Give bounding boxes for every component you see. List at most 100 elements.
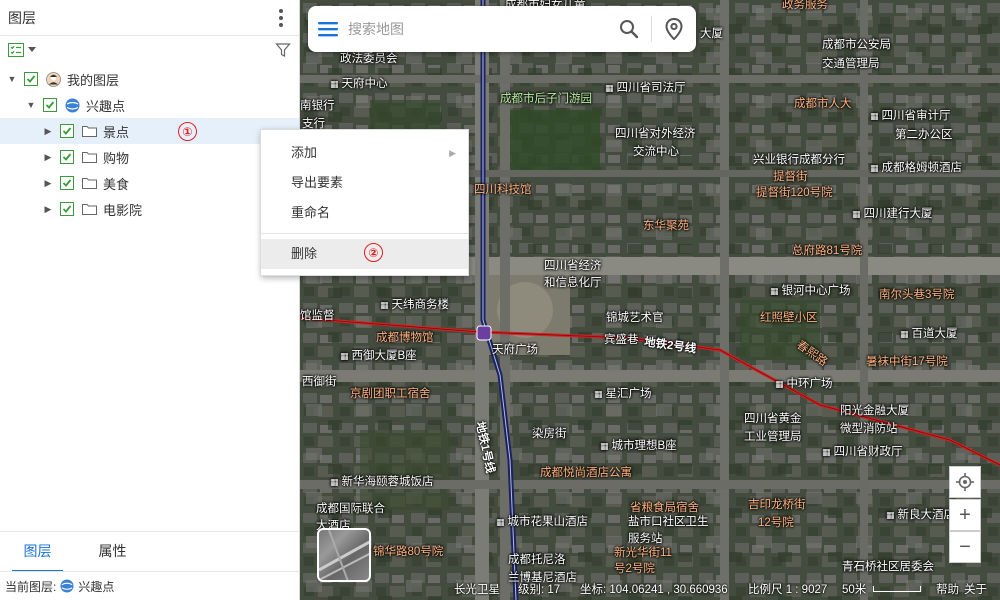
layer-checkbox[interactable]: [60, 202, 74, 216]
folder-icon: [81, 124, 97, 138]
panel-title: 图层: [8, 9, 36, 26]
map-label: 中环广场: [775, 375, 833, 391]
tree-node-scenic[interactable]: ▶ 景点 ①: [0, 118, 299, 144]
map-label: 和信息化厅: [544, 277, 602, 289]
layer-checkbox[interactable]: [60, 176, 74, 190]
map-label: 成都博物馆: [376, 332, 434, 344]
menu-item-rename[interactable]: 重命名: [261, 198, 468, 228]
map-label: 西御街: [302, 376, 337, 388]
map-label: 银河中心广场: [770, 282, 851, 298]
tree-node-label: 购物: [103, 150, 130, 166]
map-label: 四川省审计厅: [870, 107, 951, 123]
menu-icon[interactable]: [308, 6, 348, 52]
tree-node-cinema[interactable]: ▶ 电影院: [0, 196, 299, 222]
tree-node-poi-group[interactable]: ▼ 兴趣点: [0, 92, 299, 118]
map-label: 西御大厦B座: [340, 347, 417, 363]
basemap-switcher[interactable]: [317, 528, 371, 582]
globe-icon: [64, 98, 80, 112]
layer-checkbox[interactable]: [60, 150, 74, 164]
more-options-icon[interactable]: [271, 6, 291, 30]
map-label: 政法委员会: [340, 53, 398, 65]
map-label: 百道大厦: [900, 325, 958, 341]
map-label: 政务服务: [782, 0, 828, 11]
map-label: 交流中心: [633, 146, 679, 158]
menu-item-label: 导出要素: [291, 175, 344, 190]
layer-checkbox[interactable]: [60, 124, 74, 138]
collapse-arrow-icon[interactable]: ▼: [25, 99, 37, 111]
about-link[interactable]: 关于: [964, 581, 987, 597]
map-label: 京剧团职工宿舍: [350, 388, 431, 400]
expand-arrow-icon[interactable]: ▶: [42, 125, 54, 137]
layer-tree: ▼ 我的图层 ▼ 兴趣点 ▶ 景点 ① ▶ 购物 ▶ 美食 ▶ 电影院: [0, 64, 299, 222]
map-label: 四川省对外经济: [615, 128, 696, 140]
map-label: 南银行: [300, 100, 335, 112]
menu-item-add[interactable]: 添加 ▶: [261, 138, 468, 168]
map-label: 微型消防站: [840, 423, 898, 435]
zoom-out-button[interactable]: −: [949, 531, 981, 563]
map-label: 天纬商务楼: [380, 296, 450, 312]
map-footer: 长光卫星 级别: 17 坐标: 104.06241 , 30.660936 比例…: [300, 578, 1000, 600]
tree-node-label: 美食: [103, 176, 130, 192]
map-label: 成都市公安局: [822, 39, 891, 51]
tab-layers[interactable]: 图层: [0, 532, 75, 572]
map-label: 盐市口社区卫生: [628, 516, 709, 528]
panel-header: 图层: [0, 0, 299, 36]
zoom-in-button[interactable]: +: [949, 499, 981, 531]
satellite-credit: 长光卫星: [454, 584, 500, 596]
menu-item-label: 添加: [291, 145, 318, 160]
search-input[interactable]: [348, 21, 607, 37]
filter-icon[interactable]: [275, 42, 291, 58]
map-label: 馆监督: [300, 310, 335, 322]
tree-node-root[interactable]: ▼ 我的图层: [0, 66, 299, 92]
cursor-coordinates: 坐标: 104.06241 , 30.660936: [580, 584, 728, 596]
locate-me-button[interactable]: [949, 466, 981, 498]
tree-node-food[interactable]: ▶ 美食: [0, 170, 299, 196]
help-link[interactable]: 帮助: [936, 581, 959, 597]
map-search-bar: [308, 6, 696, 52]
collapse-arrow-icon[interactable]: ▼: [6, 73, 18, 85]
map-label: 工业管理局: [744, 431, 802, 443]
map-label: 星汇广场: [594, 385, 652, 401]
map-label: 红照壁小区: [760, 312, 818, 324]
menu-item-export[interactable]: 导出要素: [261, 168, 468, 198]
map-scale: 比例尺 1 : 9027: [748, 584, 828, 596]
layer-context-menu: 添加 ▶ 导出要素 重命名 删除 ②: [260, 129, 469, 276]
expand-arrow-icon[interactable]: ▶: [42, 177, 54, 189]
panel-tabs: 图层 属性: [0, 531, 299, 572]
map-label: 四川建行大厦: [852, 205, 933, 221]
map-label: 成都托尼洛: [508, 554, 566, 566]
submenu-arrow-icon: ▶: [449, 148, 456, 158]
map-label: 成都市人大: [794, 98, 852, 110]
map-label: 新光华街11: [614, 547, 672, 559]
folder-icon: [81, 176, 97, 190]
location-pin-icon[interactable]: [652, 6, 696, 52]
map-label: 成都国际联合: [316, 503, 385, 515]
map-label: 城市理想B座: [600, 437, 677, 453]
map-view[interactable]: 成都市妇女儿童 政务服务 成都市公安局 交通管理局 大厦 政法委员会 天府中心 …: [300, 0, 1000, 600]
map-label: 染房街: [532, 428, 567, 440]
map-label: 锦华路80号院: [373, 546, 444, 558]
map-label: 宾盛巷: [604, 334, 639, 346]
folder-icon: [81, 150, 97, 164]
map-label: 四川省司法厅: [605, 79, 686, 95]
current-layer-status: 当前图层: 兴趣点: [0, 571, 299, 600]
status-layer-name: 兴趣点: [78, 579, 115, 594]
menu-item-delete[interactable]: 删除 ②: [261, 239, 468, 269]
map-label: 第二办公区: [895, 129, 953, 141]
layer-list-dropdown[interactable]: [8, 42, 36, 58]
search-icon[interactable]: [607, 6, 651, 52]
expand-arrow-icon[interactable]: ▶: [42, 203, 54, 215]
chevron-down-icon: [28, 47, 36, 52]
map-label: 吉印龙桥街: [748, 499, 806, 511]
step-badge-1: ①: [178, 122, 197, 141]
map-label: 四川科技馆: [474, 184, 532, 196]
tree-node-label: 景点: [103, 124, 130, 140]
folder-icon: [81, 202, 97, 216]
root-checkbox[interactable]: [24, 72, 38, 86]
expand-arrow-icon[interactable]: ▶: [42, 151, 54, 163]
map-label: 锦城艺术官: [606, 312, 664, 324]
map-label: 城市花果山酒店: [496, 513, 589, 529]
tab-properties[interactable]: 属性: [75, 532, 150, 571]
tree-node-shopping[interactable]: ▶ 购物: [0, 144, 299, 170]
group-checkbox[interactable]: [43, 98, 57, 112]
